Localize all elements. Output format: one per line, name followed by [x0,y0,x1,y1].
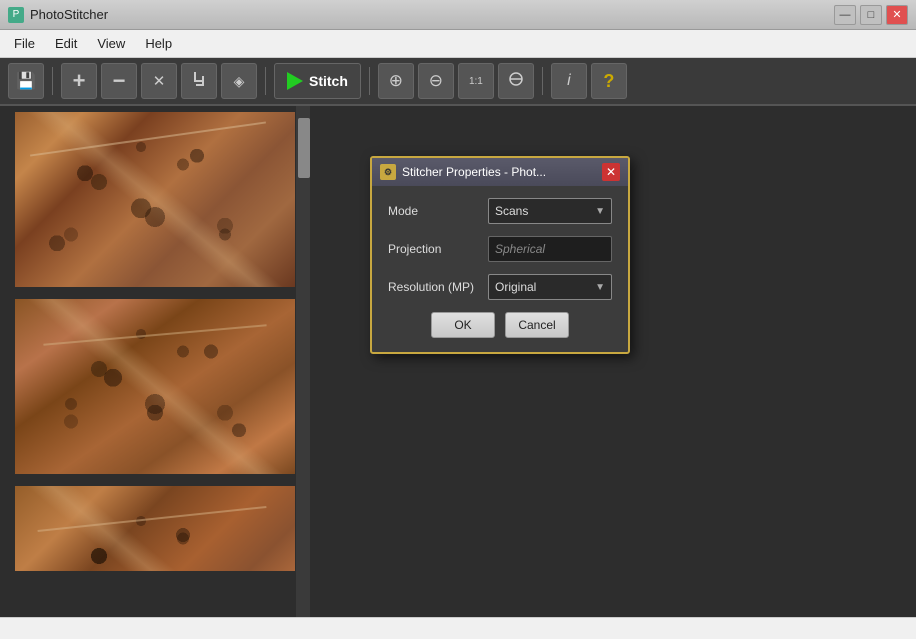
crop-button[interactable] [181,63,217,99]
dialog-buttons: OK Cancel [388,312,612,338]
zoom-in-icon: ⊕ [389,71,403,91]
help-button[interactable]: ? [591,63,627,99]
toolbar: 💾 + − ✕ ◈ Stitch ⊕ ⊖ 1:1 [0,58,916,106]
resolution-dropdown[interactable]: Original ▼ [488,274,612,300]
dialog-body: Mode Scans ▼ Projection Spherical [372,186,628,352]
zoom-100-icon: 1:1 [469,76,483,87]
cancel-button[interactable]: Cancel [505,312,569,338]
image-thumbnail-1[interactable] [15,112,295,287]
ok-button[interactable]: OK [431,312,495,338]
projection-row: Projection Spherical [388,236,612,262]
dialog-icon-text: ⚙ [384,167,392,178]
dialog-close-button[interactable]: ✕ [602,163,620,181]
resolution-value: Original [495,280,595,294]
menu-view[interactable]: View [87,32,135,55]
delete-button[interactable]: ✕ [141,63,177,99]
main-content: ⚙ Stitcher Properties - Phot... ✕ Mode S… [0,106,916,617]
thumbnail-image-1 [15,112,295,287]
properties-dialog: ⚙ Stitcher Properties - Phot... ✕ Mode S… [370,156,630,354]
zoom-out-icon: ⊖ [429,71,443,91]
projection-field: Spherical [488,236,612,262]
dialog-title-text: Stitcher Properties - Phot... [402,165,546,179]
save-button[interactable]: 💾 [8,63,44,99]
zoom-out-button[interactable]: ⊖ [418,63,454,99]
image-thumbnail-2[interactable] [15,299,295,474]
title-bar-left: P PhotoStitcher [8,7,108,23]
stitch-label: Stitch [309,73,348,89]
app-icon: P [8,7,24,23]
menu-edit[interactable]: Edit [45,32,87,55]
toolbar-separator-3 [369,67,370,95]
minus-icon: − [113,68,126,94]
thumbnail-image-3 [15,486,295,571]
modal-overlay: ⚙ Stitcher Properties - Phot... ✕ Mode S… [310,106,916,617]
dialog-icon: ⚙ [380,164,396,180]
dialog-title-bar[interactable]: ⚙ Stitcher Properties - Phot... ✕ [372,158,628,186]
mode-dropdown[interactable]: Scans ▼ [488,198,612,224]
window-title: PhotoStitcher [30,7,108,22]
menu-file[interactable]: File [4,32,45,55]
minimize-button[interactable]: — [834,5,856,25]
window-controls: — □ ✕ [834,5,908,25]
mode-row: Mode Scans ▼ [388,198,612,224]
zoom-100-button[interactable]: 1:1 [458,63,494,99]
info-icon: i [567,72,571,90]
zoom-fit-button[interactable] [498,63,534,99]
toolbar-separator-4 [542,67,543,95]
remove-button[interactable]: − [101,63,137,99]
info-button[interactable]: i [551,63,587,99]
close-button[interactable]: ✕ [886,5,908,25]
plus-icon: + [73,68,86,94]
resolution-label: Resolution (MP) [388,280,488,294]
play-icon [287,72,303,90]
mode-label: Mode [388,204,488,218]
menu-bar: File Edit View Help [0,30,916,58]
title-bar: P PhotoStitcher — □ ✕ [0,0,916,30]
add-button[interactable]: + [61,63,97,99]
maximize-button[interactable]: □ [860,5,882,25]
mode-value: Scans [495,204,595,218]
scrollbar-thumb[interactable] [298,118,310,178]
status-bar [0,617,916,639]
mode-dropdown-arrow: ▼ [595,206,605,217]
stitch-button[interactable]: Stitch [274,63,361,99]
image-panel [0,106,310,617]
projection-label: Projection [388,242,488,256]
scrollbar-track [296,106,310,617]
help-icon: ? [603,71,614,92]
zoom-fit-icon [507,70,525,92]
toolbar-separator-2 [265,67,266,95]
fill-icon: ◈ [234,73,245,90]
cross-icon: ✕ [153,72,166,90]
right-panel: ⚙ Stitcher Properties - Phot... ✕ Mode S… [310,106,916,617]
thumbnail-image-2 [15,299,295,474]
toolbar-separator-1 [52,67,53,95]
save-icon: 💾 [16,71,36,91]
resolution-dropdown-arrow: ▼ [595,282,605,293]
projection-value: Spherical [495,242,545,256]
crop-icon [190,70,208,92]
dialog-title-content: ⚙ Stitcher Properties - Phot... [380,164,546,180]
menu-help[interactable]: Help [135,32,182,55]
resolution-row: Resolution (MP) Original ▼ [388,274,612,300]
zoom-in-button[interactable]: ⊕ [378,63,414,99]
fill-button[interactable]: ◈ [221,63,257,99]
image-thumbnail-3[interactable] [15,486,295,571]
